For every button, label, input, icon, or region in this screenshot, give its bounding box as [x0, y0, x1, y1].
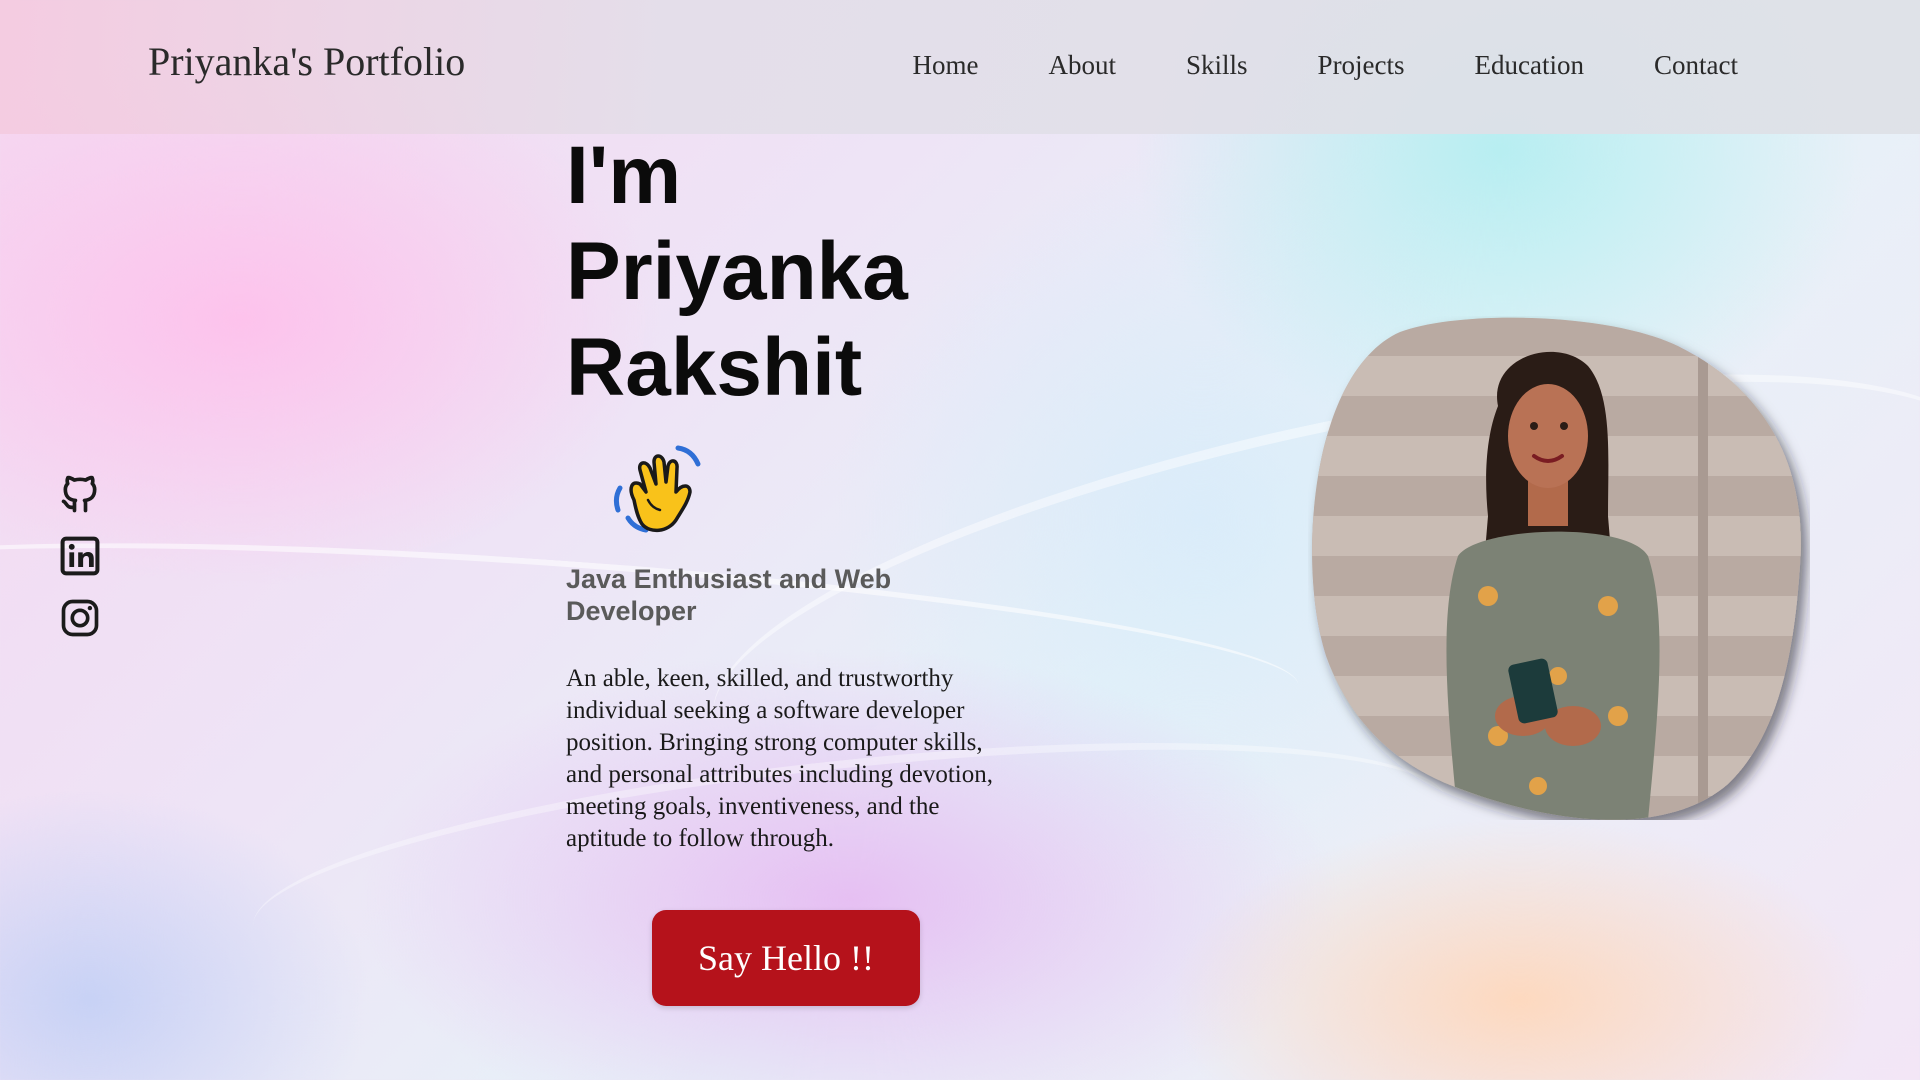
say-hello-button[interactable]: Say Hello !! — [652, 910, 920, 1006]
hero-section: I'm Priyanka Rakshit Java Enthusiast and… — [566, 128, 1026, 855]
profile-photo — [1312, 317, 1801, 820]
site-header: Priyanka's Portfolio Home About Skills P… — [0, 0, 1920, 134]
social-links — [58, 472, 102, 640]
hero-heading: I'm Priyanka Rakshit — [566, 128, 1026, 416]
nav-home[interactable]: Home — [913, 50, 979, 81]
brand-title[interactable]: Priyanka's Portfolio — [148, 38, 465, 85]
hero-heading-line: Rakshit — [566, 322, 863, 413]
nav-education[interactable]: Education — [1475, 50, 1584, 81]
hero-heading-line: Priyanka — [566, 226, 908, 317]
hero-bio: An able, keen, skilled, and trustworthy … — [566, 665, 993, 852]
linkedin-icon[interactable] — [58, 534, 102, 578]
hero-heading-line: I'm — [566, 130, 682, 221]
nav-skills[interactable]: Skills — [1186, 50, 1248, 81]
waving-hand-icon — [613, 445, 701, 533]
nav-contact[interactable]: Contact — [1654, 50, 1738, 81]
instagram-icon[interactable] — [58, 596, 102, 640]
nav-projects[interactable]: Projects — [1318, 50, 1405, 81]
github-icon[interactable] — [58, 472, 102, 516]
nav-about[interactable]: About — [1049, 50, 1117, 81]
main-nav: Home About Skills Projects Education Con… — [913, 50, 1738, 81]
hero-role: Java Enthusiast and Web Developer — [566, 564, 892, 626]
